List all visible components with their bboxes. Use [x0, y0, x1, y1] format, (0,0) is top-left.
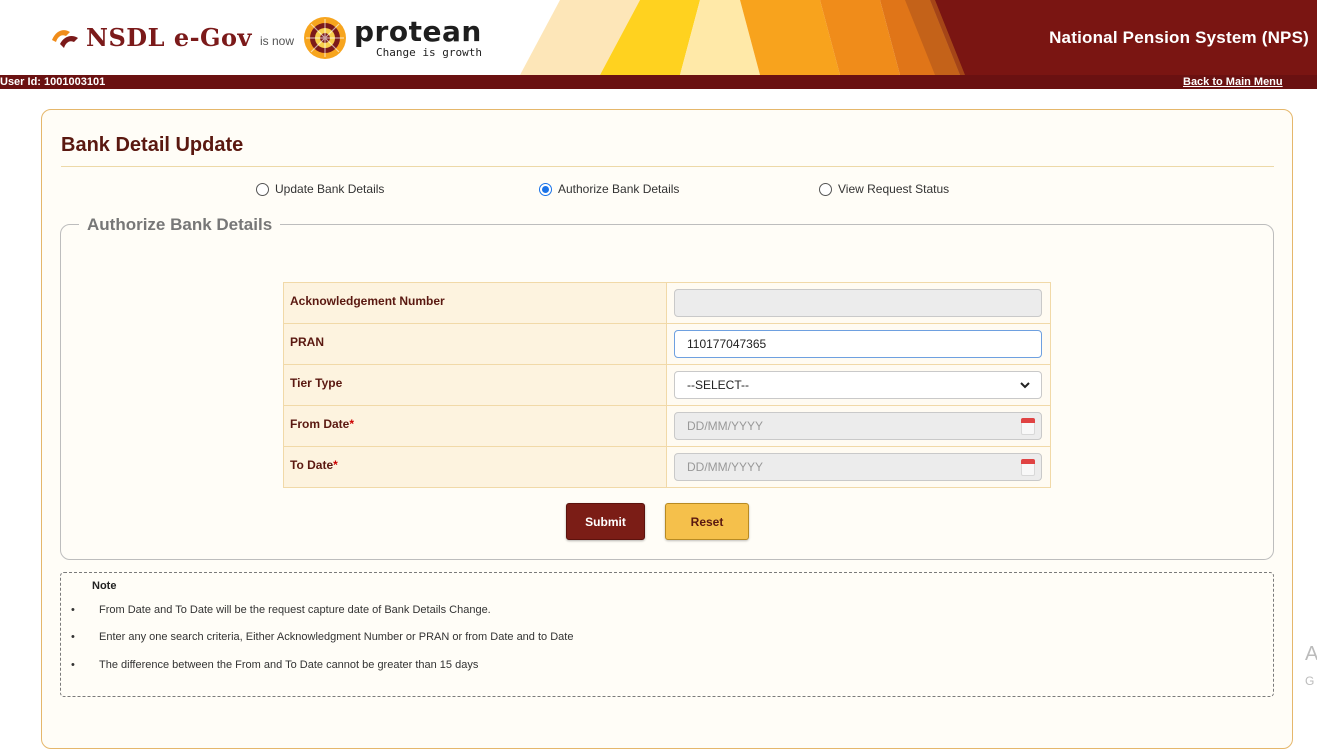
bank-detail-update-panel: Bank Detail Update Update Bank Details A… — [41, 109, 1293, 749]
edge-text-fragment: A — [1305, 643, 1317, 665]
bullet: • — [71, 659, 75, 671]
form-row-tier: Tier Type --SELECT-- — [283, 364, 1051, 406]
nsdl-brand-text: NSDL e-Gov — [86, 23, 252, 52]
radio-button-selected[interactable] — [539, 182, 552, 196]
pran-label: PRAN — [283, 323, 667, 365]
note-text: Enter any one search criteria, Either Ac… — [99, 631, 574, 643]
calendar-icon[interactable] — [1021, 418, 1035, 435]
search-form-table: Acknowledgement Number PRAN 110177047365… — [283, 282, 1051, 488]
edge-text-fragment: G — [1305, 674, 1315, 688]
back-to-main-menu-link[interactable]: Back to Main Menu — [1183, 75, 1317, 89]
bullet: • — [71, 631, 75, 643]
mode-radio-group: Update Bank Details Authorize Bank Detai… — [42, 182, 1292, 200]
tier-label: Tier Type — [283, 364, 667, 406]
from-date-input[interactable]: DD/MM/YYYY — [674, 412, 1042, 440]
tier-type-select[interactable]: --SELECT-- — [674, 371, 1042, 399]
radio-update-bank-details[interactable]: Update Bank Details — [256, 182, 384, 196]
note-text: From Date and To Date will be the reques… — [99, 604, 491, 616]
user-bar: User Id: 1001003101 Back to Main Menu — [0, 75, 1317, 89]
title-divider — [61, 166, 1274, 167]
required-mark: * — [333, 458, 338, 472]
note-item: • The difference between the From and To… — [71, 659, 478, 671]
to-date-input[interactable]: DD/MM/YYYY — [674, 453, 1042, 481]
pran-input[interactable]: 110177047365 — [674, 330, 1042, 358]
submit-button[interactable]: Submit — [566, 503, 645, 540]
note-title: Note — [92, 580, 117, 592]
reset-button[interactable]: Reset — [665, 503, 749, 540]
is-now-text: is now — [260, 33, 295, 48]
page-title: Bank Detail Update — [61, 134, 244, 156]
radio-button[interactable] — [819, 182, 832, 196]
note-item: • Enter any one search criteria, Either … — [71, 631, 573, 643]
note-text: The difference between the From and To D… — [99, 659, 479, 671]
bullet: • — [71, 604, 75, 616]
from-date-placeholder: DD/MM/YYYY — [687, 419, 764, 433]
fieldset-legend: Authorize Bank Details — [79, 215, 281, 235]
to-date-placeholder: DD/MM/YYYY — [687, 460, 764, 474]
to-date-label: To Date — [290, 458, 334, 472]
from-date-label: From Date — [290, 417, 350, 431]
brand-logos: NSDL e-Gov is now protean Change is grow… — [50, 0, 482, 75]
user-id-label: User Id: 1001003101 — [0, 76, 106, 88]
note-box: Note • From Date and To Date will be the… — [60, 572, 1274, 697]
note-item: • From Date and To Date will be the requ… — [71, 604, 491, 616]
radio-label: Update Bank Details — [275, 182, 385, 196]
radio-label: View Request Status — [838, 182, 950, 196]
ack-label: Acknowledgement Number — [283, 282, 667, 324]
radio-label: Authorize Bank Details — [558, 182, 680, 196]
protean-logo-icon — [304, 16, 347, 59]
calendar-icon[interactable] — [1021, 459, 1035, 476]
form-row-pran: PRAN 110177047365 — [283, 323, 1051, 365]
required-mark: * — [349, 417, 355, 431]
radio-authorize-bank-details[interactable]: Authorize Bank Details — [539, 182, 679, 196]
protean-brand-text: protean — [354, 14, 482, 48]
form-row-from: From Date* DD/MM/YYYY — [283, 405, 1051, 447]
radio-button[interactable] — [256, 182, 269, 196]
protean-tagline: Change is growth — [376, 45, 482, 59]
chevron-down-icon — [1020, 382, 1030, 389]
site-header: NSDL e-Gov is now protean Change is grow… — [0, 0, 1317, 75]
form-row-ack: Acknowledgement Number — [283, 282, 1051, 324]
form-row-to: To Date* DD/MM/YYYY — [283, 446, 1051, 488]
nsdl-logo-icon — [52, 29, 78, 48]
system-title: National Pension System (NPS) — [1049, 28, 1309, 47]
ack-number-input[interactable] — [674, 289, 1042, 317]
radio-view-request-status[interactable]: View Request Status — [819, 182, 949, 196]
tier-selected-value: --SELECT-- — [687, 378, 750, 392]
